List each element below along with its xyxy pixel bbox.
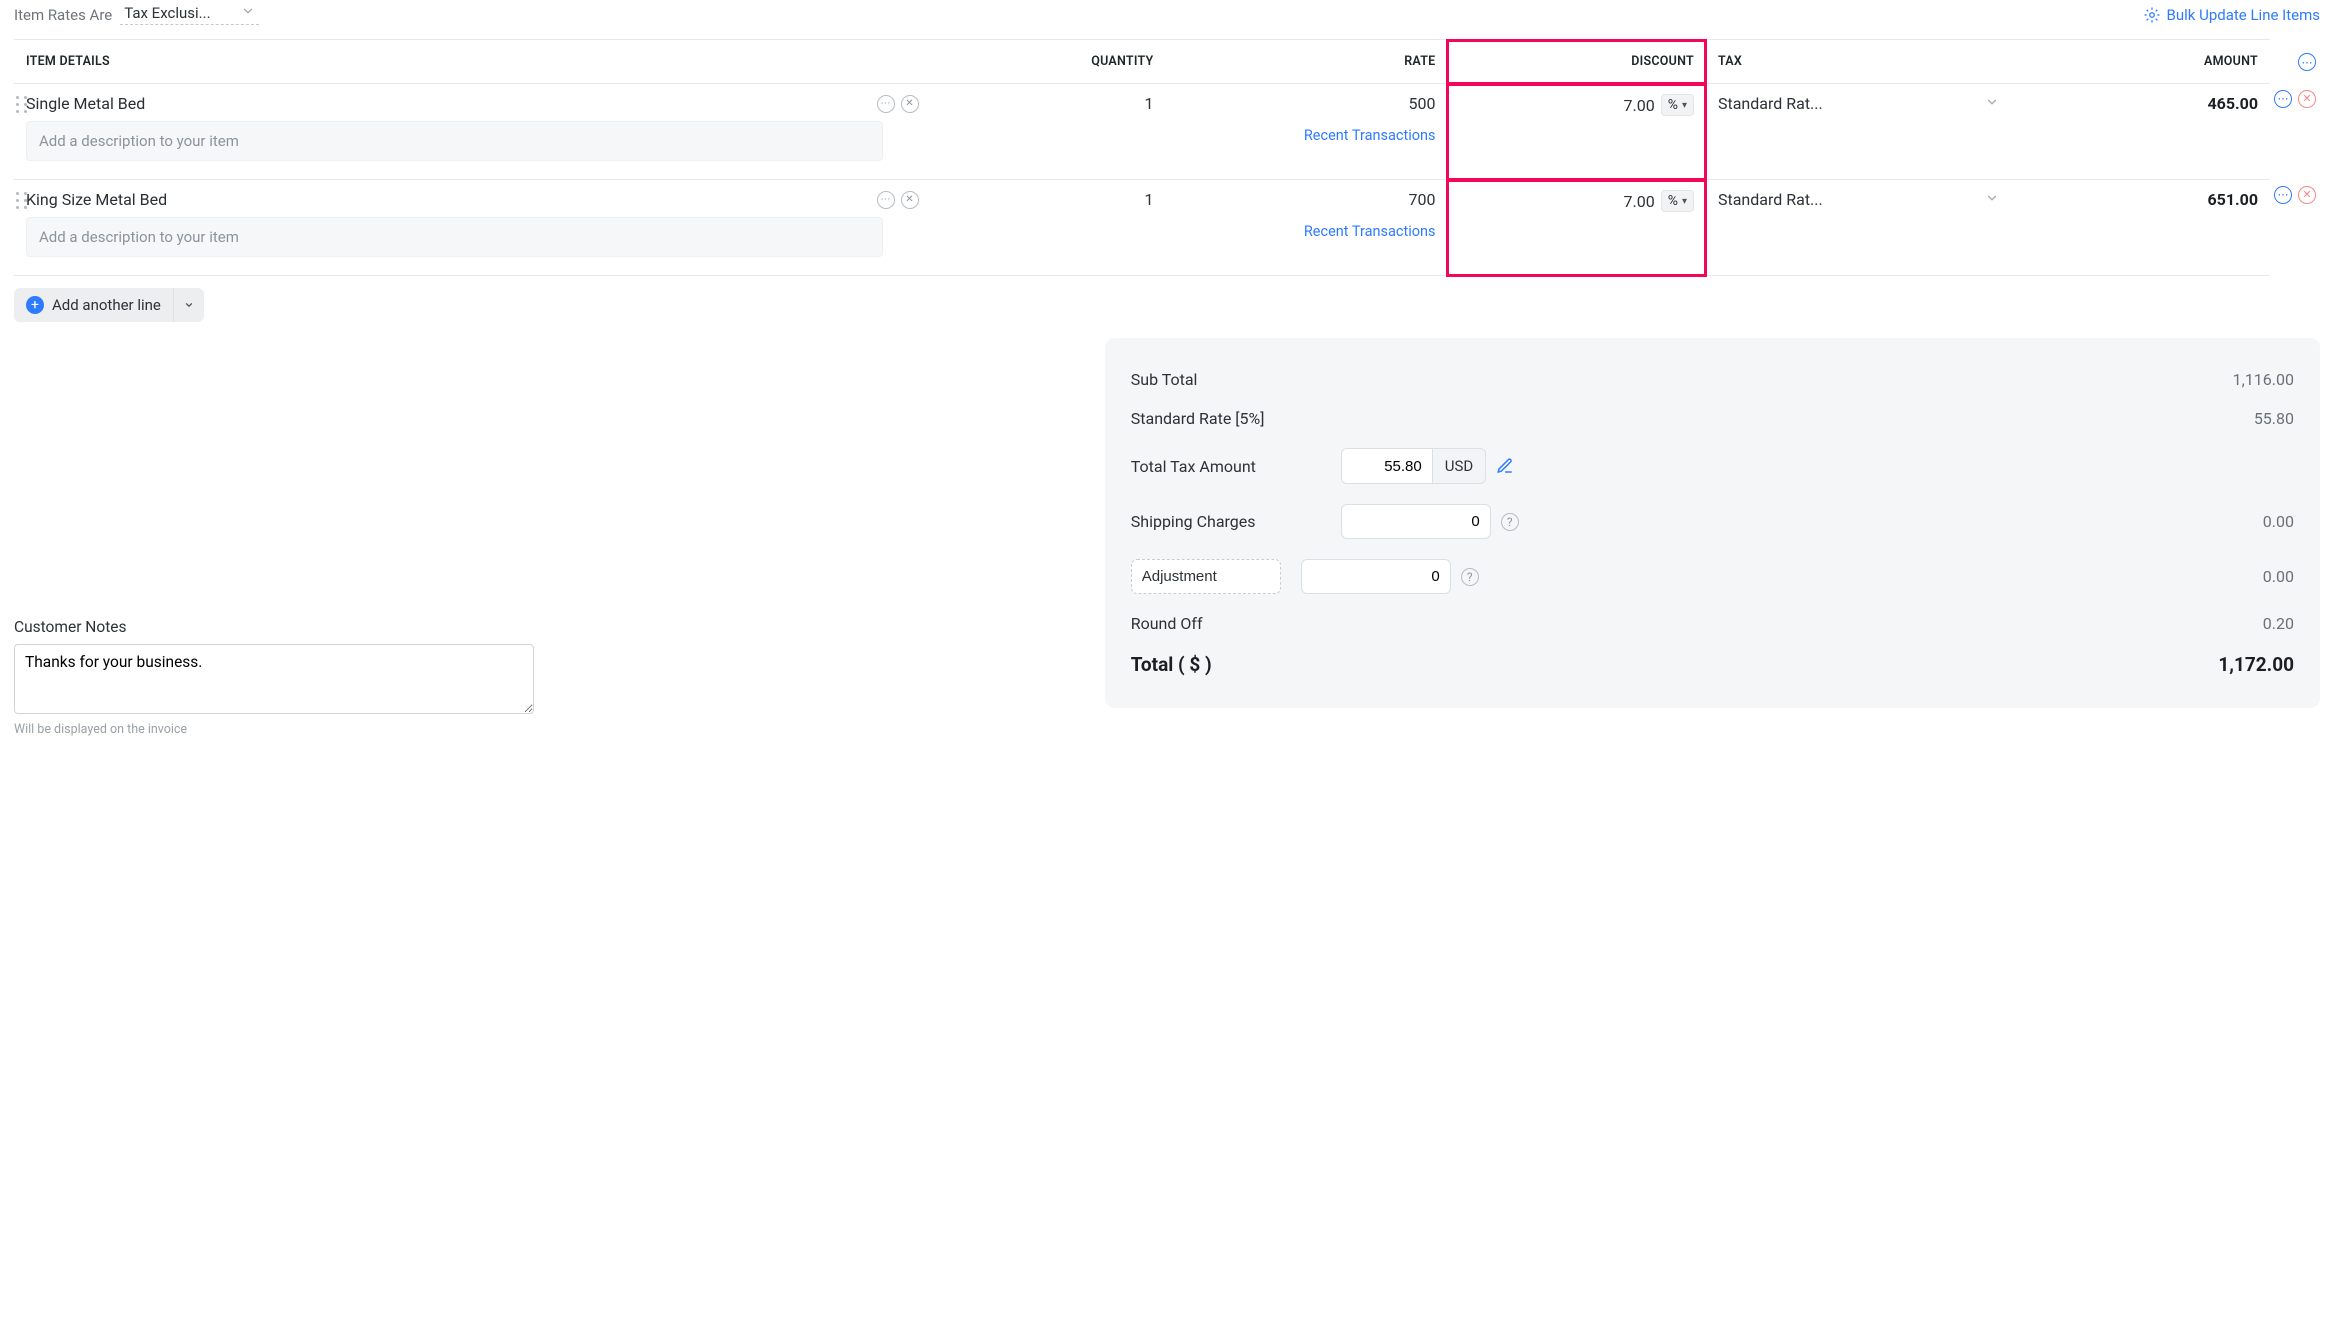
customer-notes-input[interactable] (14, 644, 534, 714)
adjustment-value: 0.00 (2174, 567, 2294, 586)
rate-input[interactable]: 500 (1409, 94, 1436, 113)
tax-value: Standard Rat... (1718, 94, 1823, 113)
col-discount: DISCOUNT (1447, 40, 1706, 84)
help-icon[interactable]: ? (1501, 513, 1519, 531)
chevron-down-icon (1985, 190, 1999, 209)
tax-mode-dropdown[interactable]: Tax Exclusi... (120, 4, 258, 25)
subtotal-label: Sub Total (1131, 370, 1341, 389)
customer-notes-block: Customer Notes Will be displayed on the … (14, 618, 1075, 737)
item-rates-label: Item Rates Are (14, 6, 112, 24)
grand-total-value: 1,172.00 (2174, 653, 2294, 676)
edit-tax-icon[interactable] (1496, 457, 1514, 475)
subtotal-value: 1,116.00 (2174, 370, 2294, 389)
col-amount: AMOUNT (2011, 40, 2270, 84)
roundoff-label: Round Off (1131, 614, 1341, 633)
discount-input[interactable]: 7.00 (1623, 192, 1654, 211)
item-name[interactable]: Single Metal Bed (26, 94, 877, 113)
row-clear-icon[interactable]: ✕ (901, 191, 919, 209)
adjustment-input[interactable] (1301, 559, 1451, 594)
rate-input[interactable]: 700 (1409, 190, 1436, 209)
total-tax-input-group: USD (1341, 448, 1486, 484)
discount-unit-dropdown[interactable]: %▾ (1661, 94, 1694, 116)
totals-summary: Sub Total 1,116.00 Standard Rate [5%] 55… (1105, 338, 2320, 708)
bulk-update-link[interactable]: Bulk Update Line Items (2143, 6, 2320, 24)
discount-input[interactable]: 7.00 (1623, 96, 1654, 115)
amount-value: 651.00 (2207, 190, 2258, 209)
table-row: Single Metal Bed⋯ ✕ Add a description to y… (14, 84, 2270, 180)
tax-dropdown[interactable]: Standard Rat... (1718, 94, 1999, 113)
col-item-details: ITEM DETAILS (14, 40, 931, 84)
adjustment-name-input[interactable] (1131, 559, 1281, 594)
customer-notes-hint: Will be displayed on the invoice (14, 722, 1075, 737)
gear-icon (2143, 6, 2161, 24)
row-options-icon[interactable]: ⋯ (2274, 186, 2292, 204)
line-items-table: ITEM DETAILS QUANTITY RATE DISCOUNT TAX … (14, 39, 2320, 276)
col-rate: RATE (1165, 40, 1447, 84)
col-tax: TAX (1706, 40, 2011, 84)
add-line-button[interactable]: + Add another line (14, 288, 173, 322)
shipping-value: 0.00 (2174, 512, 2294, 531)
caret-down-icon: ▾ (1682, 100, 1687, 111)
help-icon[interactable]: ? (1461, 568, 1479, 586)
chevron-down-icon (241, 4, 255, 22)
tax-line-label: Standard Rate [5%] (1131, 409, 1341, 428)
discount-unit-dropdown[interactable]: %▾ (1661, 190, 1694, 212)
drag-handle-icon[interactable] (14, 186, 30, 215)
plus-icon: + (26, 296, 44, 314)
amount-value: 465.00 (2207, 94, 2258, 113)
row-options-icon[interactable]: ⋯ (2274, 90, 2292, 108)
item-name[interactable]: King Size Metal Bed (26, 190, 877, 209)
roundoff-value: 0.20 (2174, 614, 2294, 633)
caret-down-icon: ▾ (1682, 196, 1687, 207)
total-tax-input[interactable] (1342, 449, 1432, 483)
row-delete-icon[interactable]: ✕ (2298, 90, 2316, 108)
chevron-down-icon (1985, 94, 1999, 113)
drag-handle-icon[interactable] (14, 90, 30, 119)
item-description-input[interactable]: Add a description to your item (26, 217, 883, 257)
total-tax-label: Total Tax Amount (1131, 457, 1341, 476)
row-more-icon[interactable]: ⋯ (877, 191, 895, 209)
table-row: King Size Metal Bed⋯ ✕ Add a description t… (14, 180, 2270, 276)
shipping-label: Shipping Charges (1131, 512, 1341, 531)
tax-line-value: 55.80 (2174, 409, 2294, 428)
tax-mode-value: Tax Exclusi... (124, 4, 210, 22)
bulk-update-label: Bulk Update Line Items (2167, 6, 2320, 24)
tax-value: Standard Rat... (1718, 190, 1823, 209)
row-more-icon[interactable]: ⋯ (877, 95, 895, 113)
grand-total-label: Total ( $ ) (1131, 653, 1341, 676)
tax-dropdown[interactable]: Standard Rat... (1718, 190, 1999, 209)
customer-notes-title: Customer Notes (14, 618, 1075, 636)
quantity-input[interactable]: 1 (1144, 190, 1153, 209)
quantity-input[interactable]: 1 (1144, 94, 1153, 113)
add-line-label: Add another line (52, 296, 161, 314)
recent-transactions-link[interactable]: Recent Transactions (1177, 223, 1435, 240)
currency-label: USD (1432, 449, 1485, 483)
add-line-button-group: + Add another line (14, 288, 204, 322)
table-settings-icon[interactable]: ⋯ (2298, 53, 2316, 71)
col-quantity: QUANTITY (931, 40, 1166, 84)
recent-transactions-link[interactable]: Recent Transactions (1177, 127, 1435, 144)
row-delete-icon[interactable]: ✕ (2298, 186, 2316, 204)
row-clear-icon[interactable]: ✕ (901, 95, 919, 113)
add-line-dropdown[interactable] (173, 288, 204, 322)
item-description-input[interactable]: Add a description to your item (26, 121, 883, 161)
shipping-input[interactable] (1341, 504, 1491, 539)
